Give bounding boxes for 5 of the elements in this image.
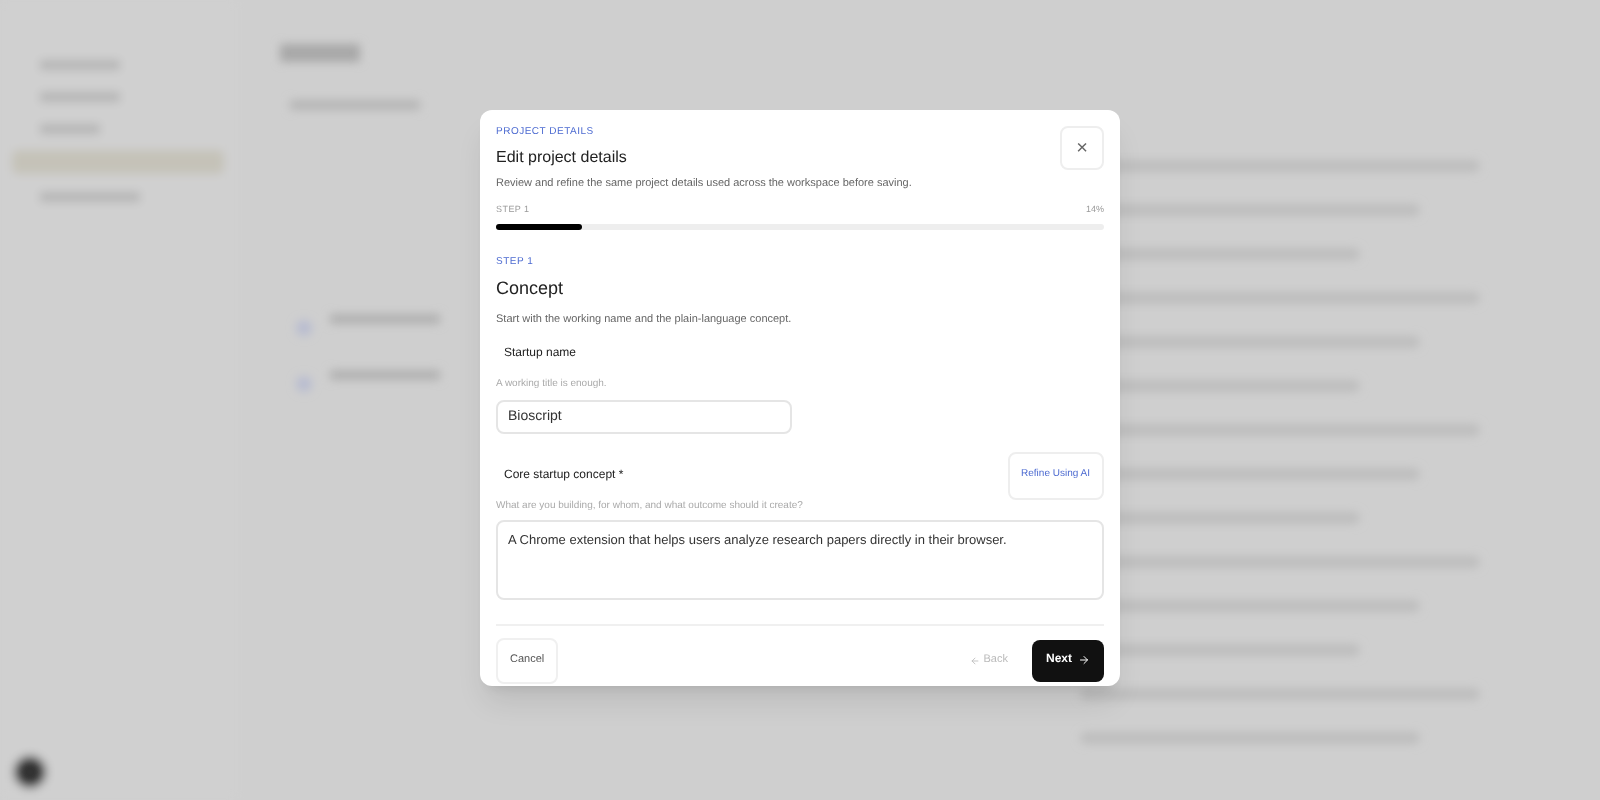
arrow-right-icon bbox=[1078, 654, 1090, 667]
dialog-title: Edit project details bbox=[496, 145, 629, 169]
step-title: Concept bbox=[496, 276, 566, 302]
arrow-left-icon bbox=[969, 655, 980, 666]
close-button[interactable]: × bbox=[1060, 126, 1104, 170]
